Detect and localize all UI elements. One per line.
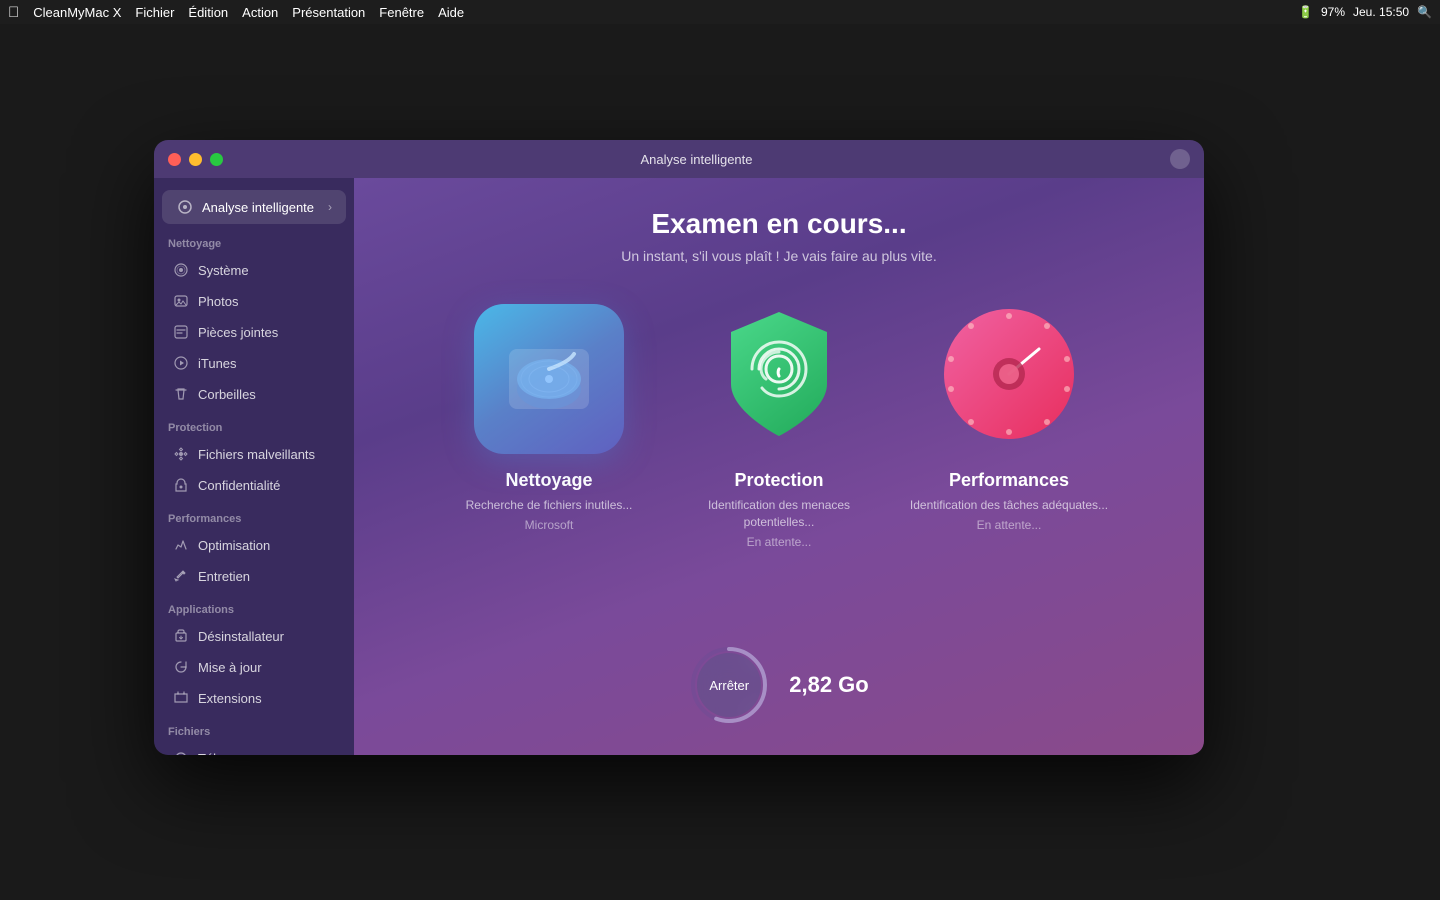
- menu-edition[interactable]: Édition: [188, 5, 228, 20]
- menubar-left:  CleanMyMac X Fichier Édition Action Pr…: [8, 4, 464, 21]
- main-title: Examen en cours...: [651, 208, 906, 240]
- sidebar-item-systeme[interactable]: Système: [158, 255, 350, 285]
- main-subtitle: Un instant, s'il vous plaît ! Je vais fa…: [621, 248, 937, 264]
- sidebar-item-telescope[interactable]: Télescope: [158, 743, 350, 755]
- smart-scan-icon: [176, 198, 194, 216]
- systeme-label: Système: [198, 263, 249, 278]
- section-fichiers: Fichiers: [154, 714, 354, 742]
- maximize-button[interactable]: [210, 153, 223, 166]
- card-nettoyage-status: Microsoft: [525, 518, 574, 532]
- pieces-jointes-label: Pièces jointes: [198, 325, 278, 340]
- sidebar-item-smart-scan[interactable]: Analyse intelligente ›: [162, 190, 346, 224]
- sidebar-item-mise-a-jour[interactable]: Mise à jour: [158, 652, 350, 682]
- telescope-icon: [172, 749, 190, 755]
- title-bar: Analyse intelligente: [154, 140, 1204, 178]
- main-content: Examen en cours... Un instant, s'il vous…: [354, 178, 1204, 755]
- menu-fichier[interactable]: Fichier: [135, 5, 174, 20]
- extensions-icon: [172, 689, 190, 707]
- photos-label: Photos: [198, 294, 238, 309]
- photos-icon: [172, 292, 190, 310]
- section-protection: Protection: [154, 410, 354, 438]
- fichiers-malveillants-label: Fichiers malveillants: [198, 447, 315, 462]
- menu-fenetre[interactable]: Fenêtre: [379, 5, 424, 20]
- menubar-right: 🔋 97% Jeu. 15:50 🔍: [1298, 5, 1432, 19]
- itunes-icon: [172, 354, 190, 372]
- bottom-area: Arrêter 2,82 Go: [689, 645, 868, 725]
- desinstallateur-label: Désinstallateur: [198, 629, 284, 644]
- nettoyage-icon: [474, 304, 624, 454]
- mise-a-jour-icon: [172, 658, 190, 676]
- protection-icon: [704, 304, 854, 454]
- stop-button-wrapper: Arrêter: [689, 645, 769, 725]
- sidebar-item-desinstallateur[interactable]: Désinstallateur: [158, 621, 350, 651]
- card-protection: Protection Identification des menaces po…: [679, 304, 879, 549]
- sidebar: Analyse intelligente › Nettoyage Système: [154, 178, 354, 755]
- card-performances: Performances Identification des tâches a…: [909, 304, 1109, 549]
- optimisation-icon: [172, 536, 190, 554]
- entretien-label: Entretien: [198, 569, 250, 584]
- performances-icon: [934, 304, 1084, 454]
- menu-action[interactable]: Action: [242, 5, 278, 20]
- sidebar-item-fichiers-malveillants[interactable]: Fichiers malveillants: [158, 439, 350, 469]
- optimisation-label: Optimisation: [198, 538, 270, 553]
- sidebar-item-corbeilles[interactable]: Corbeilles: [158, 379, 350, 409]
- card-protection-status: En attente...: [747, 535, 812, 549]
- telescope-label: Télescope: [198, 751, 258, 756]
- corbeilles-label: Corbeilles: [198, 387, 256, 402]
- clock: Jeu. 15:50: [1353, 5, 1409, 19]
- battery-icon: 🔋: [1298, 5, 1313, 19]
- window-body: Analyse intelligente › Nettoyage Système: [154, 178, 1204, 755]
- corbeilles-icon: [172, 385, 190, 403]
- section-performances: Performances: [154, 501, 354, 529]
- app-name[interactable]: CleanMyMac X: [33, 5, 121, 20]
- menubar:  CleanMyMac X Fichier Édition Action Pr…: [0, 0, 1440, 24]
- extensions-label: Extensions: [198, 691, 262, 706]
- battery-percent: 97%: [1321, 5, 1345, 19]
- apple-menu[interactable]: : [8, 4, 19, 21]
- sidebar-item-photos[interactable]: Photos: [158, 286, 350, 316]
- fichiers-malveillants-icon: [172, 445, 190, 463]
- close-button[interactable]: [168, 153, 181, 166]
- title-bar-dot: [1170, 149, 1190, 169]
- systeme-icon: [172, 261, 190, 279]
- confidentialite-label: Confidentialité: [198, 478, 280, 493]
- mise-a-jour-label: Mise à jour: [198, 660, 262, 675]
- card-performances-status: En attente...: [977, 518, 1042, 532]
- sidebar-item-optimisation[interactable]: Optimisation: [158, 530, 350, 560]
- traffic-lights: [168, 153, 223, 166]
- card-protection-title: Protection: [734, 470, 823, 491]
- card-nettoyage-title: Nettoyage: [505, 470, 592, 491]
- section-applications: Applications: [154, 592, 354, 620]
- confidentialite-icon: [172, 476, 190, 494]
- cards-row: Nettoyage Recherche de fichiers inutiles…: [449, 304, 1109, 549]
- card-protection-desc: Identification des menaces potentielles.…: [679, 497, 879, 531]
- desinstallateur-icon: [172, 627, 190, 645]
- entretien-icon: [172, 567, 190, 585]
- card-performances-title: Performances: [949, 470, 1069, 491]
- card-performances-desc: Identification des tâches adéquates...: [910, 497, 1108, 514]
- pieces-jointes-icon: [172, 323, 190, 341]
- sidebar-item-pieces-jointes[interactable]: Pièces jointes: [158, 317, 350, 347]
- app-window: Analyse intelligente Analyse intelligent…: [154, 140, 1204, 755]
- card-nettoyage: Nettoyage Recherche de fichiers inutiles…: [449, 304, 649, 549]
- sidebar-item-extensions[interactable]: Extensions: [158, 683, 350, 713]
- smart-scan-label: Analyse intelligente: [202, 200, 314, 215]
- card-nettoyage-desc: Recherche de fichiers inutiles...: [466, 497, 633, 514]
- menu-aide[interactable]: Aide: [438, 5, 464, 20]
- window-title: Analyse intelligente: [223, 152, 1170, 167]
- section-nettoyage: Nettoyage: [154, 226, 354, 254]
- sidebar-item-confidentialite[interactable]: Confidentialité: [158, 470, 350, 500]
- stop-button[interactable]: Arrêter: [697, 653, 761, 717]
- sidebar-item-entretien[interactable]: Entretien: [158, 561, 350, 591]
- itunes-label: iTunes: [198, 356, 237, 371]
- minimize-button[interactable]: [189, 153, 202, 166]
- smart-scan-chevron: ›: [328, 200, 332, 214]
- sidebar-item-itunes[interactable]: iTunes: [158, 348, 350, 378]
- file-size-display: 2,82 Go: [789, 672, 868, 698]
- spotlight-icon[interactable]: 🔍: [1417, 5, 1432, 19]
- menu-presentation[interactable]: Présentation: [292, 5, 365, 20]
